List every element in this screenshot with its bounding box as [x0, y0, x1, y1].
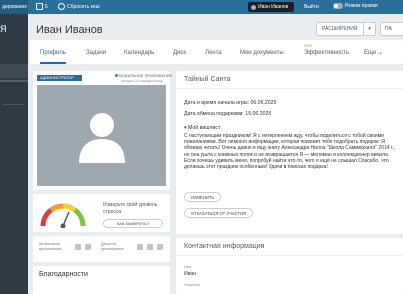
user-silhouette-icon: [79, 113, 125, 163]
profile-tabs: Профиль Задачи Календарь Диск Лента Мои …: [30, 40, 403, 64]
chevron-down-icon: ⌄: [377, 50, 383, 56]
top-bar-left-text[interactable]: дирование: [0, 0, 28, 14]
first-name-label: Имя: [184, 265, 192, 269]
gift-exchange-date: Дата обмена подарками: 15.06.2025: [184, 111, 272, 117]
leave-game-button[interactable]: ОТКАЗАТЬСЯ ОТ УЧАСТИЯ: [184, 208, 254, 218]
top-bar: дирование 5 Сбросить кеш Иван Иванов Вый…: [0, 0, 403, 14]
tab-my-documents[interactable]: Мои документы: [240, 40, 284, 64]
more-header-button[interactable]: ПА: [380, 22, 403, 36]
tab-efficiency-label: Эффективность: [304, 50, 350, 56]
thanks-card: Благодарности: [33, 266, 170, 294]
tab-more[interactable]: Еще ⌄: [364, 40, 383, 64]
online-dot-icon: [115, 74, 118, 77]
sidebar-divider: [2, 104, 24, 105]
linux-icon[interactable]: [157, 244, 163, 250]
page-title: Иван Иванов: [36, 24, 103, 36]
mobile-app-status: МОБИЛЬНОЕ ПРИЛОЖЕНИЕ: [115, 74, 172, 78]
tab-disk[interactable]: Диск: [173, 40, 186, 64]
mobile-app-label: МОБИЛЬНОЕ ПРИЛОЖЕНИЕ: [119, 74, 172, 78]
profile-photo[interactable]: [37, 85, 166, 186]
tab-feed[interactable]: Лента: [205, 40, 222, 64]
stress-card: Измерьте свой уровень стресса КАК ЗАМЕРИ…: [33, 194, 170, 232]
exit-link[interactable]: Выйти: [304, 0, 319, 14]
clear-cache-label: Сбросить кеш: [67, 3, 100, 10]
how-to-measure-button[interactable]: КАК ЗАМЕРИТЬ?: [103, 219, 163, 228]
page-icon: [36, 3, 43, 10]
toggle-switch[interactable]: [333, 3, 343, 9]
android-icon[interactable]: [75, 244, 81, 250]
mac-icon[interactable]: [147, 244, 153, 250]
avatar: [251, 4, 256, 10]
secret-santa-title: Тайный Санта: [176, 71, 403, 89]
tab-efficiency[interactable]: 99% Эффективность: [304, 40, 349, 64]
user-name: Иван Иванов: [258, 4, 289, 10]
edit-mode-label: Режим правки: [345, 3, 378, 9]
tab-calendar[interactable]: Календарь: [124, 40, 154, 64]
first-name-value: Иван: [184, 271, 197, 277]
sidebar-label[interactable]: Я: [0, 14, 28, 34]
windows-icon[interactable]: [137, 244, 143, 250]
apple-icon[interactable]: [85, 244, 91, 250]
last-seen: заходил 24 секунды назад: [121, 79, 163, 83]
refresh-icon: [58, 3, 65, 10]
stress-gauge-icon: [40, 203, 86, 228]
stress-text: Измерьте свой уровень стресса: [103, 202, 158, 215]
extensions-label: РАСШИРЕНИЯ: [322, 26, 358, 32]
thanks-title: Благодарности: [39, 271, 88, 278]
edit-wishlist-button[interactable]: ИЗМЕНИТЬ: [184, 192, 222, 202]
clear-cache-action[interactable]: Сбросить кеш: [58, 3, 100, 10]
contact-info-card: Контактная информация Имя Иван Фамилия: [176, 238, 403, 294]
game-start-date: Дата и время начала игры: 06.06.2025: [184, 100, 277, 106]
notifications-action[interactable]: 5: [36, 3, 48, 10]
secret-santa-card: Тайный Санта Дата и время начала игры: 0…: [176, 71, 403, 234]
profile-card: АДМИНИСТРАТОР МОБИЛЬНОЕ ПРИЛОЖЕНИЕ заход…: [33, 71, 172, 190]
desktop-app-label: Десктоп - приложение: [101, 241, 124, 251]
sidebar-divider: [0, 80, 28, 82]
notifications-count: 5: [45, 3, 48, 10]
left-sidebar: Я: [0, 14, 28, 294]
role-badge: АДМИНИСТРАТОР: [37, 75, 82, 81]
contact-info-title: Контактная информация: [176, 238, 403, 256]
wishlist-text: С наступающим праздником! Я с нетерпение…: [184, 133, 395, 171]
efficiency-badge: 99%: [304, 43, 313, 48]
last-name-label: Фамилия: [184, 283, 201, 287]
tab-tasks[interactable]: Задачи: [86, 40, 106, 64]
extensions-button[interactable]: РАСШИРЕНИЯ ▾: [316, 22, 376, 36]
tab-more-label: Еще: [364, 50, 377, 56]
apps-card: Мобильное приложение Десктоп - приложени…: [33, 236, 170, 262]
tab-profile[interactable]: Профиль: [40, 40, 66, 64]
chevron-down-icon[interactable]: ▾: [363, 23, 375, 35]
mobile-app-label: Мобильное приложение: [39, 241, 62, 251]
edit-mode-toggle[interactable]: Режим правки: [333, 3, 378, 9]
user-menu[interactable]: Иван Иванов: [248, 2, 294, 12]
sidebar-active-item[interactable]: [0, 64, 28, 78]
wishlist-toggle[interactable]: ▾ Мой вишлист: [184, 125, 220, 131]
